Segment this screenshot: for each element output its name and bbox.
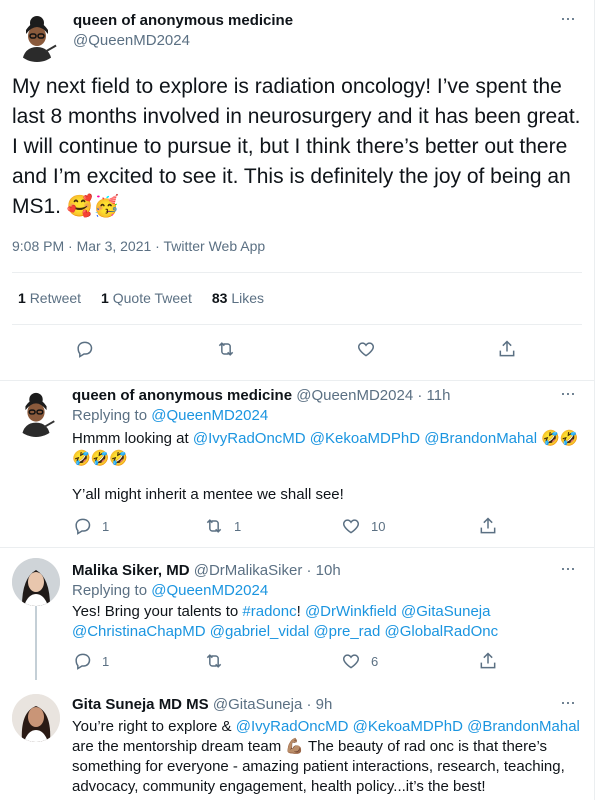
hashtag-link[interactable]: #radonc xyxy=(242,603,296,620)
mention-link[interactable]: @BrandonMahal xyxy=(424,430,537,447)
mention-link[interactable]: @IvyRadOncMD xyxy=(236,718,349,735)
mention-link[interactable]: @QueenMD2024 xyxy=(151,407,268,424)
mention-link[interactable]: @ChristinaChapMD xyxy=(72,623,206,640)
avatar[interactable] xyxy=(12,12,62,62)
reply-header: queen of anonymous medicine @QueenMD2024… xyxy=(72,387,451,404)
reply-icon[interactable] xyxy=(74,339,94,359)
reply-header: Malika Siker, MD @DrMalikaSiker · 10h xyxy=(72,562,341,579)
reply-tweet[interactable]: queen of anonymous medicine @QueenMD2024… xyxy=(0,381,595,547)
like-icon[interactable] xyxy=(356,339,376,359)
quotes-stat[interactable]: 1 Quote Tweet xyxy=(101,290,192,306)
mention-link[interactable]: @pre_rad xyxy=(313,623,380,640)
share-icon[interactable] xyxy=(497,339,517,359)
reply-count: 1 xyxy=(102,518,110,534)
mention-link[interactable]: @QueenMD2024 xyxy=(151,582,268,599)
like-icon[interactable]: 10 xyxy=(341,516,385,536)
mention-link[interactable]: @GitaSuneja xyxy=(401,603,490,620)
retweet-icon[interactable] xyxy=(204,651,224,671)
main-tweet: queen of anonymous medicine @QueenMD2024… xyxy=(0,0,595,380)
reply-text: You’re right to explore & @IvyRadOncMD @… xyxy=(72,718,580,795)
share-icon[interactable] xyxy=(478,651,498,671)
reply-tweet[interactable]: Gita Suneja MD MS @GitaSuneja · 9h ··· Y… xyxy=(0,682,595,800)
author-handle[interactable]: @GitaSuneja xyxy=(213,696,302,713)
avatar[interactable] xyxy=(12,389,60,437)
tweet-stats: 1 Retweet 1 Quote Tweet 83 Likes xyxy=(18,290,284,306)
like-icon[interactable]: 6 xyxy=(341,651,378,671)
mention-link[interactable]: @IvyRadOncMD xyxy=(193,430,306,447)
more-icon[interactable]: ··· xyxy=(560,558,576,579)
tweet-time[interactable]: 10h xyxy=(316,562,341,579)
reply-tweet[interactable]: Malika Siker, MD @DrMalikaSiker · 10h ··… xyxy=(0,548,595,682)
retweet-icon[interactable]: 1 xyxy=(204,516,241,536)
tweet-actions xyxy=(0,336,595,366)
reply-text: Hmmm looking at @IvyRadOncMD @KekoaMDPhD… xyxy=(72,430,579,467)
thread-connector xyxy=(35,606,37,680)
divider xyxy=(12,324,582,325)
mention-link[interactable]: @KekoaMDPhD xyxy=(310,430,420,447)
share-icon[interactable] xyxy=(478,516,498,536)
retweet-count: 1 xyxy=(234,518,242,534)
replying-to: Replying to @QueenMD2024 xyxy=(72,407,269,424)
reply-icon[interactable]: 1 xyxy=(72,516,109,536)
author-name[interactable]: Malika Siker, MD xyxy=(72,562,190,579)
author-handle[interactable]: @QueenMD2024 xyxy=(296,387,413,404)
retweets-stat[interactable]: 1 Retweet xyxy=(18,290,81,306)
author-handle[interactable]: @QueenMD2024 xyxy=(73,32,190,49)
avatar[interactable] xyxy=(12,694,60,742)
mention-link[interactable]: @gabriel_vidal xyxy=(210,623,309,640)
likes-stat[interactable]: 83 Likes xyxy=(212,290,264,306)
avatar[interactable] xyxy=(12,558,60,606)
author-handle[interactable]: @DrMalikaSiker xyxy=(194,562,303,579)
tweet-time[interactable]: 11h xyxy=(427,387,451,404)
reply-icon[interactable]: 1 xyxy=(72,651,109,671)
like-count: 10 xyxy=(371,518,386,534)
more-icon[interactable]: ··· xyxy=(560,383,576,404)
replying-to: Replying to @QueenMD2024 xyxy=(72,582,269,599)
divider xyxy=(12,272,582,273)
reply-text: Yes! Bring your talents to #radonc! @DrW… xyxy=(72,603,499,640)
mention-link[interactable]: @GlobalRadOnc xyxy=(385,623,499,640)
like-count: 6 xyxy=(371,653,379,669)
tweet-meta[interactable]: 9:08 PM · Mar 3, 2021 · Twitter Web App xyxy=(12,238,265,254)
author-name[interactable]: Gita Suneja MD MS xyxy=(72,696,209,713)
mention-link[interactable]: @DrWinkfield xyxy=(305,603,397,620)
tweet-text: My next field to explore is radiation on… xyxy=(12,75,581,218)
retweet-icon[interactable] xyxy=(216,339,236,359)
more-icon[interactable]: ··· xyxy=(560,8,576,29)
reply-count: 1 xyxy=(102,653,110,669)
mention-link[interactable]: @KekoaMDPhD xyxy=(353,718,463,735)
reply-text-2: Y’all might inherit a mentee we shall se… xyxy=(72,486,344,503)
author-name[interactable]: queen of anonymous medicine xyxy=(73,12,293,29)
author-name[interactable]: queen of anonymous medicine xyxy=(72,387,292,404)
more-icon[interactable]: ··· xyxy=(560,692,576,713)
tweet-time[interactable]: 9h xyxy=(316,696,333,713)
reply-header: Gita Suneja MD MS @GitaSuneja · 9h xyxy=(72,696,333,713)
mention-link[interactable]: @BrandonMahal xyxy=(467,718,580,735)
